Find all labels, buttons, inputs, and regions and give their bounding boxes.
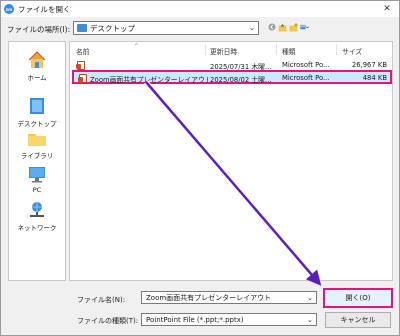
close-icon[interactable]: ✕ xyxy=(383,4,391,14)
file-type: Microsoft Po... xyxy=(282,61,330,69)
filename-value[interactable]: Zoom画面共有プレゼンターレイアウト xyxy=(146,293,271,303)
cancel-button[interactable]: キャンセル xyxy=(325,312,391,328)
column-header-date[interactable]: 更新日時 xyxy=(210,46,237,56)
chevron-down-icon[interactable]: ⌄ xyxy=(307,294,313,302)
sidebar-item-home[interactable]: ホーム xyxy=(9,50,65,82)
filetype-value[interactable]: PointPoint File (*.ppt;*.pptx) xyxy=(146,316,244,324)
library-icon xyxy=(27,128,47,148)
file-name: Zoom画面共有プレゼンターレイアウト xyxy=(90,76,208,84)
back-icon[interactable] xyxy=(267,23,276,32)
file-list: 名前 ^ 更新日時 種類 サイズ 2025/07/31 木曜... Micros… xyxy=(69,41,393,281)
sidebar-item-label: ホーム xyxy=(27,74,47,82)
open-button[interactable]: 開く(O) xyxy=(323,288,393,308)
up-folder-icon[interactable] xyxy=(278,23,287,32)
desktop-folder-icon xyxy=(77,24,87,32)
home-icon xyxy=(27,50,47,70)
network-icon xyxy=(27,200,47,220)
column-header-size[interactable]: サイズ xyxy=(342,46,362,56)
sidebar-item-pc[interactable]: PC xyxy=(9,164,65,194)
filename-label: ファイル名(N): xyxy=(77,296,126,304)
file-size: 484 KB xyxy=(362,74,387,82)
location-label: ファイルの場所(I): xyxy=(7,25,71,34)
powerpoint-file-icon xyxy=(76,61,85,70)
column-divider[interactable] xyxy=(205,44,206,55)
filename-input[interactable]: Zoom画面共有プレゼンターレイアウト ⌄ xyxy=(141,291,317,304)
sidebar-item-label: PC xyxy=(32,186,42,194)
column-divider[interactable] xyxy=(276,44,277,55)
new-folder-icon[interactable] xyxy=(289,22,298,32)
places-sidebar: ホーム デスクトップ ライブラリ PC ネットワーク xyxy=(8,41,66,281)
file-row-selected[interactable]: Zoom画面共有プレゼンターレイアウト 2025/08/02 土曜... Mic… xyxy=(72,70,392,84)
sidebar-item-network[interactable]: ネットワーク xyxy=(9,200,65,232)
sidebar-item-label: デスクトップ xyxy=(17,120,57,128)
location-dropdown[interactable]: デスクトップ ⌄ xyxy=(73,21,259,35)
sidebar-item-library[interactable]: ライブラリ xyxy=(9,128,65,160)
title-bar: zm ファイルを開く ✕ xyxy=(1,1,399,17)
file-type: Microsoft Po... xyxy=(282,74,330,82)
zoom-app-icon: zm xyxy=(4,4,14,14)
sidebar-item-label: ネットワーク xyxy=(17,224,57,232)
desktop-icon xyxy=(27,96,47,116)
navigation-toolbar xyxy=(267,21,309,33)
close-button[interactable]: ✕ xyxy=(379,2,395,16)
powerpoint-file-icon xyxy=(78,74,87,83)
column-header-type[interactable]: 種類 xyxy=(282,46,296,56)
filetype-select[interactable]: PointPoint File (*.ppt;*.pptx) ⌄ xyxy=(141,313,317,326)
pc-icon xyxy=(27,164,47,184)
chevron-down-icon[interactable]: ⌄ xyxy=(249,24,255,32)
file-open-dialog: zm ファイルを開く ✕ ファイルの場所(I): デスクトップ ⌄ ホーム デス… xyxy=(0,0,400,336)
location-value: デスクトップ xyxy=(90,23,135,33)
sidebar-item-label: ライブラリ xyxy=(20,152,54,160)
file-date: 2025/08/02 土曜... xyxy=(210,76,272,84)
column-divider[interactable] xyxy=(336,44,337,55)
window-title: ファイルを開く xyxy=(18,4,71,14)
filetype-label: ファイルの種類(T): xyxy=(77,317,139,325)
column-header-name[interactable]: 名前 xyxy=(76,46,90,56)
view-menu-icon[interactable] xyxy=(300,23,309,32)
sidebar-item-desktop[interactable]: デスクトップ xyxy=(9,96,65,128)
chevron-down-icon[interactable]: ⌄ xyxy=(307,316,313,324)
sort-chevron-icon: ^ xyxy=(134,43,140,50)
file-size: 26,967 KB xyxy=(351,61,387,69)
